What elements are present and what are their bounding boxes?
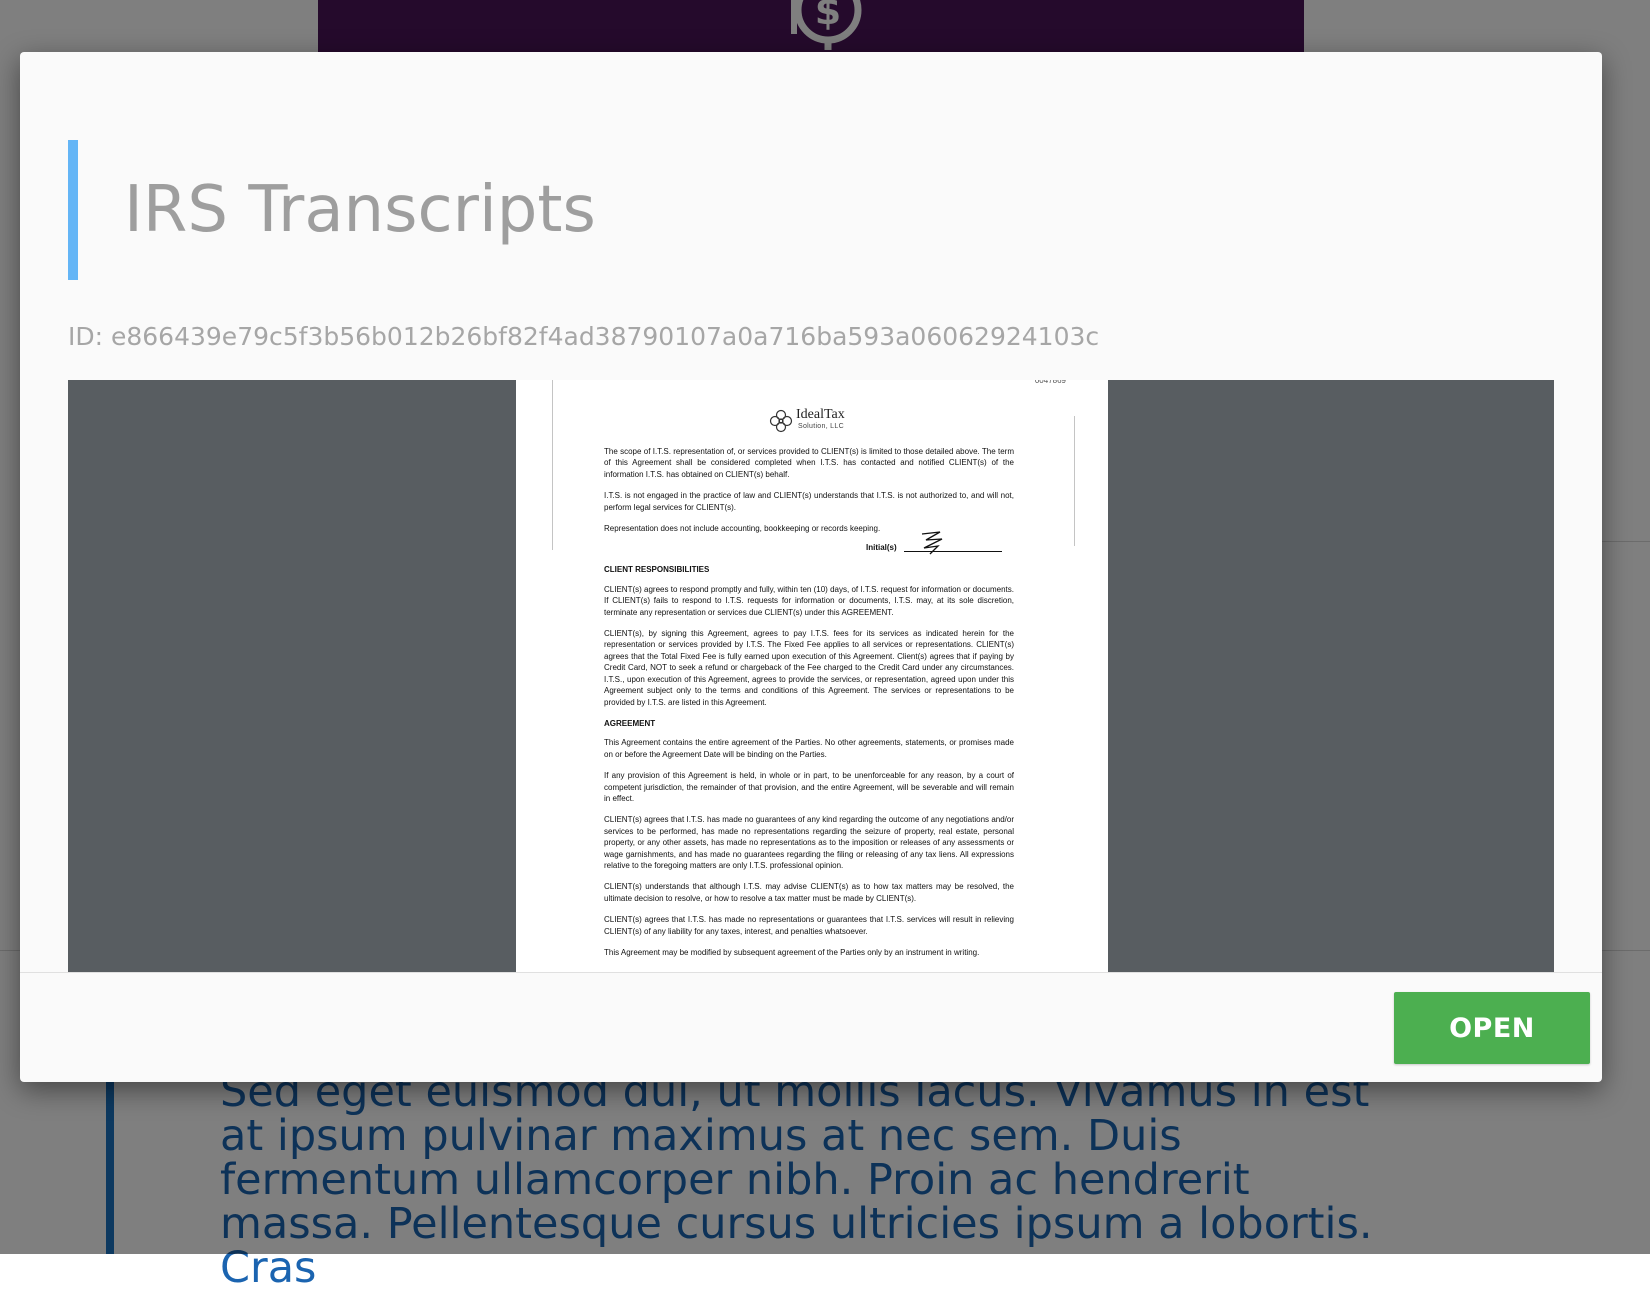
paragraph: This Agreement contains the entire agree… xyxy=(604,738,1014,759)
paragraph: I.T.S. is not engaged in the practice of… xyxy=(604,491,1014,512)
initials-label: Initial(s) xyxy=(866,543,897,553)
document-page: 0047869 IdealTax Solution, LLC The scope… xyxy=(516,380,1108,972)
paragraph: This Agreement may be modified by subseq… xyxy=(604,948,980,957)
paragraph: Representation does not include accounti… xyxy=(604,524,881,534)
section-heading: CLIENT RESPONSIBILITIES xyxy=(604,565,710,575)
paragraph: If any provision of this Agreement is he… xyxy=(604,771,1014,803)
document-id: ID: e866439e79c5f3b56b012b26bf82f4ad3879… xyxy=(68,322,1100,351)
logo-name: IdealTax xyxy=(796,407,845,422)
scan-edge-line xyxy=(1074,416,1075,546)
paragraph: The scope of I.T.S. representation of, o… xyxy=(604,447,1014,479)
modal-title: IRS Transcripts xyxy=(124,173,596,247)
title-accent-bar: IRS Transcripts xyxy=(68,140,596,280)
footer-divider xyxy=(20,972,1602,973)
company-logo: IdealTax Solution, LLC xyxy=(768,406,878,436)
scan-stamp: 0047869 xyxy=(1034,380,1066,385)
scan-edge-line xyxy=(552,380,553,550)
document-text: The scope of I.T.S. representation of, o… xyxy=(604,446,1014,968)
logo-subtitle: Solution, LLC xyxy=(798,423,844,430)
document-viewer[interactable]: 0047869 IdealTax Solution, LLC The scope… xyxy=(68,380,1554,972)
paragraph: CLIENT(s), by signing this Agreement, ag… xyxy=(604,629,1014,707)
paragraph: CLIENT(s) agrees to respond promptly and… xyxy=(604,584,1014,617)
document-modal: IRS Transcripts ID: e866439e79c5f3b56b01… xyxy=(20,52,1602,1082)
open-button[interactable]: OPEN xyxy=(1394,992,1590,1064)
signature-icon xyxy=(921,531,943,555)
paragraph: CLIENT(s) agrees that I.T.S. has made no… xyxy=(604,915,1014,936)
initials-row: Initial(s) xyxy=(604,531,1014,556)
paragraph: CLIENT(s) understands that although I.T.… xyxy=(604,882,1014,903)
section-heading: AGREEMENT xyxy=(604,718,656,728)
paragraph: CLIENT(s) agrees that I.T.S. has made no… xyxy=(604,815,1014,870)
logo-flower-icon xyxy=(769,409,793,433)
